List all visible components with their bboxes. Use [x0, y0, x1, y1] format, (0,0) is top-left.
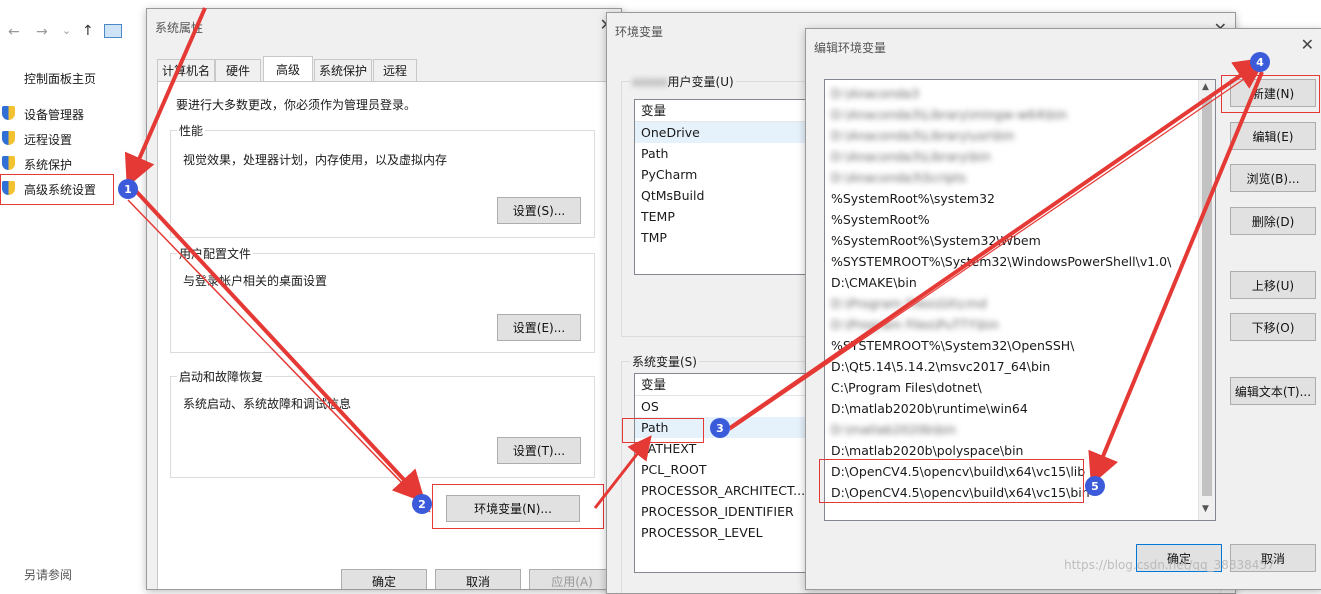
- arrow-4-thin: [729, 74, 1251, 431]
- arrow-1: [124, 7, 207, 188]
- arrow-2: [133, 188, 426, 503]
- annotation-badge-3: 3: [710, 418, 730, 438]
- arrow-5: [1088, 71, 1264, 486]
- annotation-badge-1: 1: [118, 179, 138, 199]
- annotation-badge-2: 2: [412, 494, 432, 514]
- arrow-3: [593, 435, 652, 509]
- annotation-badge-5: 5: [1085, 476, 1105, 496]
- annotation-badge-4: 4: [1250, 52, 1270, 72]
- arrow-2-thin: [127, 199, 431, 513]
- arrow-4: [728, 57, 1267, 430]
- watermark: https://blog.csdn.net/qq_38838457: [1064, 558, 1275, 572]
- annotation-arrows: [124, 7, 1267, 513]
